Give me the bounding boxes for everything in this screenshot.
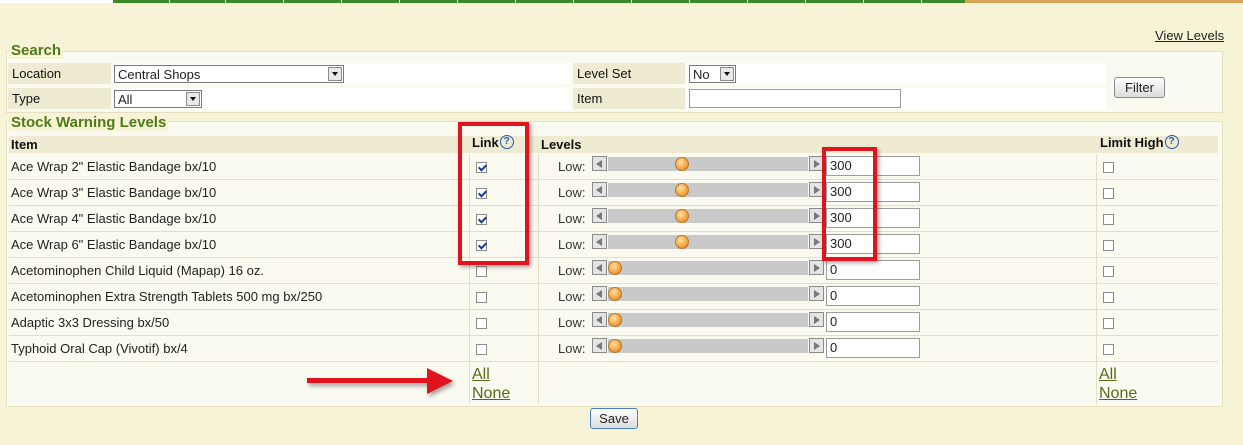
limit-high-checkbox[interactable]	[1103, 240, 1114, 251]
level-set-select[interactable]: No	[689, 65, 736, 83]
help-icon[interactable]: ?	[1164, 135, 1179, 149]
type-select-value: All	[118, 92, 133, 107]
link-checkbox[interactable]	[476, 318, 487, 329]
low-label: Low:	[558, 159, 586, 174]
level-slider-knob[interactable]	[675, 183, 689, 197]
item-name: Ace Wrap 3" Elastic Bandage bx/10	[11, 185, 217, 200]
level-slider-knob[interactable]	[675, 209, 689, 223]
level-slider-track[interactable]	[608, 235, 808, 249]
level-slider-knob[interactable]	[608, 261, 622, 275]
level-slider-knob[interactable]	[675, 235, 689, 249]
location-label: Location	[8, 63, 111, 84]
low-label: Low:	[558, 263, 586, 278]
low-label: Low:	[558, 237, 586, 252]
chevron-down-icon	[328, 67, 342, 81]
item-name: Acetominophen Child Liquid (Mapap) 16 oz…	[11, 263, 264, 278]
link-select-none[interactable]: None	[472, 385, 510, 403]
filter-button[interactable]: Filter	[1114, 77, 1165, 98]
location-select-value: Central Shops	[118, 67, 201, 82]
low-label: Low:	[558, 289, 586, 304]
link-select-all[interactable]: All	[472, 366, 490, 384]
level-set-select-value: No	[693, 67, 710, 82]
slider-increment-icon[interactable]	[809, 338, 824, 353]
limit-high-checkbox[interactable]	[1103, 318, 1114, 329]
limit-high-checkbox[interactable]	[1103, 162, 1114, 173]
level-slider-track[interactable]	[608, 183, 808, 197]
level-slider-knob[interactable]	[675, 157, 689, 171]
slider-decrement-icon[interactable]	[592, 182, 607, 197]
item-name: Adaptic 3x3 Dressing bx/50	[11, 315, 170, 330]
level-value-input[interactable]: 0	[826, 260, 920, 280]
limit-high-checkbox[interactable]	[1103, 214, 1114, 225]
search-title: Search	[9, 42, 64, 59]
table-header	[9, 136, 1218, 153]
level-set-label: Level Set	[573, 63, 685, 84]
level-slider-knob[interactable]	[608, 287, 622, 301]
slider-decrement-icon[interactable]	[592, 156, 607, 171]
level-slider-track[interactable]	[608, 261, 808, 275]
slider-increment-icon[interactable]	[809, 286, 824, 301]
low-label: Low:	[558, 315, 586, 330]
annotation-levels-box	[822, 147, 877, 261]
level-slider-track[interactable]	[608, 339, 808, 353]
level-slider-knob[interactable]	[608, 339, 622, 353]
slider-decrement-icon[interactable]	[592, 234, 607, 249]
annotation-link-box	[458, 122, 529, 265]
link-checkbox[interactable]	[476, 266, 487, 277]
level-slider-track[interactable]	[608, 313, 808, 327]
annotation-arrow	[307, 378, 429, 383]
limit-high-checkbox[interactable]	[1103, 188, 1114, 199]
level-slider-track[interactable]	[608, 287, 808, 301]
type-label: Type	[8, 88, 111, 109]
column-header-limit-high: Limit High?	[1100, 135, 1179, 150]
item-name: Ace Wrap 4" Elastic Bandage bx/10	[11, 211, 217, 226]
chevron-down-icon	[720, 67, 734, 81]
item-name: Ace Wrap 6" Elastic Bandage bx/10	[11, 237, 217, 252]
top-tab-strip	[0, 0, 1243, 3]
slider-increment-icon[interactable]	[809, 260, 824, 275]
slider-decrement-icon[interactable]	[592, 312, 607, 327]
level-value-input[interactable]: 0	[826, 312, 920, 332]
level-slider-knob[interactable]	[608, 313, 622, 327]
low-label: Low:	[558, 185, 586, 200]
item-name: Acetominophen Extra Strength Tablets 500…	[11, 289, 323, 304]
item-name: Typhoid Oral Cap (Vivotif) bx/4	[11, 341, 188, 356]
view-levels-link[interactable]: View Levels	[1155, 28, 1224, 43]
slider-increment-icon[interactable]	[809, 312, 824, 327]
limit-high-select-none[interactable]: None	[1099, 385, 1137, 403]
slider-decrement-icon[interactable]	[592, 260, 607, 275]
level-value-input[interactable]: 0	[826, 286, 920, 306]
slider-decrement-icon[interactable]	[592, 286, 607, 301]
low-label: Low:	[558, 211, 586, 226]
column-header-item: Item	[11, 137, 38, 152]
level-slider-track[interactable]	[608, 209, 808, 223]
limit-high-checkbox[interactable]	[1103, 344, 1114, 355]
annotation-arrow-head	[427, 368, 453, 394]
slider-decrement-icon[interactable]	[592, 338, 607, 353]
column-header-limit-high-label: Limit High	[1100, 135, 1164, 150]
link-checkbox[interactable]	[476, 344, 487, 355]
level-slider-track[interactable]	[608, 157, 808, 171]
limit-high-checkbox[interactable]	[1103, 266, 1114, 277]
limit-high-select-all[interactable]: All	[1099, 366, 1117, 384]
chevron-down-icon	[186, 92, 200, 106]
low-label: Low:	[558, 341, 586, 356]
item-search-input[interactable]	[689, 89, 901, 108]
location-select[interactable]: Central Shops	[114, 65, 344, 83]
save-button[interactable]: Save	[590, 408, 638, 429]
item-label: Item	[573, 88, 685, 109]
type-select[interactable]: All	[114, 90, 202, 108]
level-value-input[interactable]: 0	[826, 338, 920, 358]
stock-levels-title: Stock Warning Levels	[9, 114, 169, 131]
slider-decrement-icon[interactable]	[592, 208, 607, 223]
item-name: Ace Wrap 2" Elastic Bandage bx/10	[11, 159, 217, 174]
link-checkbox[interactable]	[476, 292, 487, 303]
limit-high-checkbox[interactable]	[1103, 292, 1114, 303]
column-header-levels: Levels	[541, 137, 582, 152]
